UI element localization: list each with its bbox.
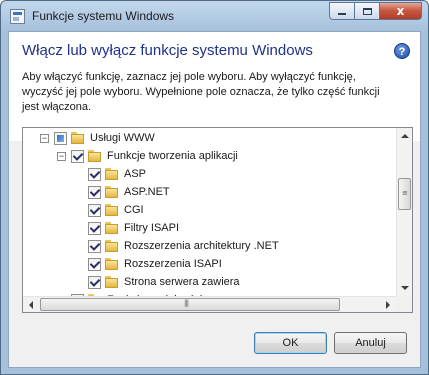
tree-item-label: Rozszerzenia ISAPI <box>124 258 222 270</box>
folder-icon <box>105 276 119 289</box>
close-icon: x <box>396 4 405 18</box>
tree-item[interactable]: ASP.NET <box>23 184 396 202</box>
folder-icon <box>88 150 102 163</box>
folder-icon <box>105 168 119 181</box>
vertical-scrollbar[interactable]: ≡ <box>396 128 412 296</box>
maximize-icon <box>362 7 372 15</box>
features-dialog-window: Funkcje systemu Windows x Włącz lub wyłą… <box>0 0 429 375</box>
folder-icon <box>105 258 119 271</box>
folder-icon <box>71 132 85 145</box>
feature-checkbox[interactable] <box>88 240 101 253</box>
tree-item[interactable]: Rozszerzenia ISAPI <box>23 256 396 274</box>
tree-item[interactable]: Rozszerzenia architektury .NET <box>23 238 396 256</box>
ok-button[interactable]: OK <box>254 332 327 354</box>
description-line: wyczyść jej pole wyboru. Wypełnione pole… <box>22 86 380 98</box>
collapse-icon[interactable]: − <box>40 134 49 143</box>
minimize-button[interactable] <box>329 2 354 20</box>
scroll-down-arrow-icon[interactable] <box>401 286 409 290</box>
folder-icon <box>105 186 119 199</box>
tree-item-label: Usługi WWW <box>90 132 155 144</box>
feature-checkbox[interactable] <box>71 150 84 163</box>
title-bar[interactable]: Funkcje systemu Windows x <box>1 1 428 33</box>
feature-checkbox[interactable] <box>88 204 101 217</box>
description-line: jest włączona. <box>22 101 92 113</box>
tree-item-label: Funkcje tworzenia aplikacji <box>107 150 238 162</box>
folder-icon <box>105 240 119 253</box>
tree-item-label: CGI <box>124 204 144 216</box>
features-tree[interactable]: − Usługi WWW − Funkcje tworzenia aplikacji A… <box>22 127 413 313</box>
horizontal-scroll-thumb[interactable]: ||| <box>40 298 340 311</box>
tree-item-label: Filtry ISAPI <box>124 222 180 234</box>
feature-checkbox[interactable] <box>88 258 101 271</box>
windows-features-icon <box>10 9 25 24</box>
feature-checkbox[interactable] <box>88 276 101 289</box>
feature-checkbox[interactable] <box>88 222 101 235</box>
tree-item-label: ASP <box>124 168 147 180</box>
folder-icon <box>105 204 119 217</box>
close-button[interactable]: x <box>379 2 422 20</box>
horizontal-scrollbar[interactable]: ||| <box>23 296 396 312</box>
tree-item[interactable]: Filtry ISAPI <box>23 220 396 238</box>
tree-item-label: Strona serwera zawiera <box>124 276 240 288</box>
tree-item[interactable]: − Usługi WWW <box>23 130 396 148</box>
maximize-button[interactable] <box>354 2 379 20</box>
tree-item[interactable]: − Funkcje tworzenia aplikacji <box>23 148 396 166</box>
features-tree-list: − Usługi WWW − Funkcje tworzenia aplikacji A… <box>23 128 396 296</box>
scroll-corner <box>396 296 412 312</box>
dialog-header: Włącz lub wyłącz funkcje systemu Windows… <box>9 32 420 141</box>
tree-item[interactable]: ASP <box>23 166 396 184</box>
dialog-heading: Włącz lub wyłącz funkcje systemu Windows <box>22 42 313 59</box>
feature-checkbox[interactable] <box>88 168 101 181</box>
collapse-icon[interactable]: − <box>57 152 66 161</box>
grip-icon: ≡ <box>402 189 408 197</box>
help-icon[interactable]: ? <box>394 43 410 59</box>
tree-item[interactable]: CGI <box>23 202 396 220</box>
vertical-scroll-thumb[interactable]: ≡ <box>398 178 411 210</box>
grip-icon: ||| <box>184 299 189 307</box>
tree-item-label: Rozszerzenia architektury .NET <box>124 240 279 252</box>
feature-checkbox[interactable] <box>88 186 101 199</box>
scroll-up-arrow-icon[interactable] <box>401 134 409 138</box>
scroll-right-arrow-icon[interactable] <box>386 301 390 309</box>
description-line: Aby włączyć funkcję, zaznacz jej pole wy… <box>22 71 356 83</box>
tree-item[interactable]: Strona serwera zawiera <box>23 274 396 292</box>
minimize-icon <box>338 13 346 15</box>
scroll-left-arrow-icon[interactable] <box>29 301 33 309</box>
feature-checkbox[interactable] <box>54 132 67 145</box>
tree-item-label: ASP.NET <box>124 186 170 198</box>
dialog-description: Aby włączyć funkcję, zaznacz jej pole wy… <box>22 70 414 115</box>
dialog-client-area: Włącz lub wyłącz funkcje systemu Windows… <box>8 31 421 368</box>
window-title: Funkcje systemu Windows <box>32 9 175 23</box>
cancel-button[interactable]: Anuluj <box>334 332 407 354</box>
folder-icon <box>105 222 119 235</box>
caption-buttons: x <box>329 2 422 21</box>
